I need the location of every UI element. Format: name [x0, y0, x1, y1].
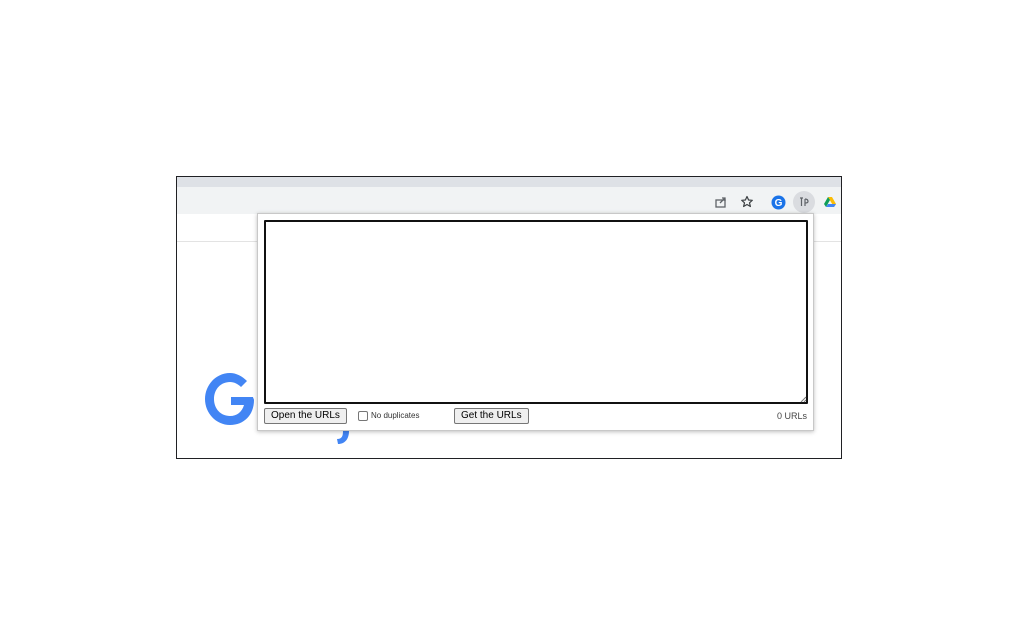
- drive-icon[interactable]: [822, 194, 838, 210]
- extension-g-icon[interactable]: G: [770, 194, 786, 210]
- resize-grip-icon[interactable]: [799, 395, 807, 403]
- no-duplicates-checkbox[interactable]: [358, 411, 368, 421]
- tab-strip: [177, 177, 841, 187]
- url-count-label: 0 URLs: [776, 411, 807, 421]
- open-urls-button[interactable]: Open the URLs: [264, 408, 347, 424]
- star-icon[interactable]: [739, 194, 755, 210]
- screenshot-stage: G Open the URLs No duplicates Get the UR…: [0, 0, 1020, 638]
- no-duplicates-label: No duplicates: [371, 411, 420, 420]
- url-extension-icon[interactable]: [793, 191, 815, 213]
- extension-badge-text: G: [774, 198, 782, 209]
- get-urls-button[interactable]: Get the URLs: [454, 408, 529, 424]
- google-logo-g-icon: [205, 373, 254, 425]
- share-icon[interactable]: [713, 194, 729, 210]
- no-duplicates-option[interactable]: No duplicates: [358, 410, 419, 422]
- extension-popup: Open the URLs No duplicates Get the URLs…: [257, 213, 814, 431]
- urls-textarea[interactable]: [264, 220, 808, 404]
